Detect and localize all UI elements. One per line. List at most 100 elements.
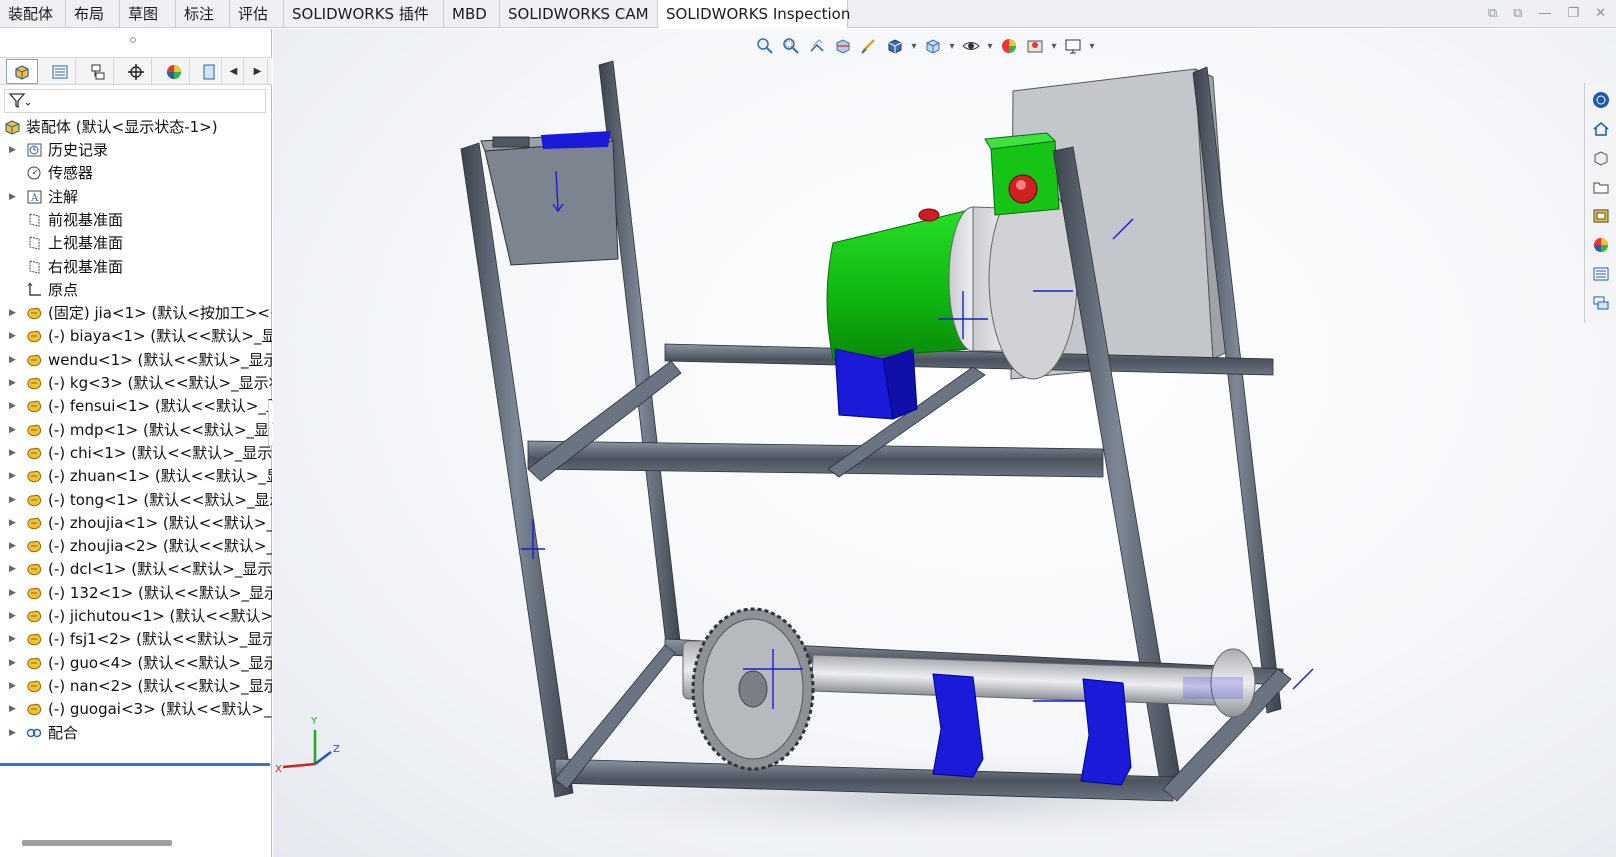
tree-item[interactable]: ▶ wendu<1> (默认<<默认>_显示 [0,349,272,371]
tree-item[interactable]: ▶ (-) nan<2> (默认<<默认>_显示状 [0,675,272,697]
tab-solidworks-addins[interactable]: SOLIDWORKS 插件 [284,0,444,28]
expand-arrow-icon[interactable]: ▶ [9,628,16,650]
tree-item[interactable]: 上视基准面 [0,232,272,254]
tree-item[interactable]: ▶ (-) fsj1<2> (默认<<默认>_显示状 [0,628,272,650]
expand-arrow-icon[interactable]: ▶ [9,139,16,161]
display-manager-tab[interactable] [158,59,190,84]
frame-back-right-upright[interactable] [1192,66,1282,714]
expand-arrow-icon[interactable]: ▶ [9,395,16,417]
expand-arrow-icon[interactable]: ▶ [9,302,16,324]
property-manager-icon [52,65,67,78]
expand-arrow-icon[interactable]: ▶ [9,186,16,208]
rollback-bar[interactable] [0,763,270,766]
tab-solidworks-cam[interactable]: SOLIDWORKS CAM [500,0,658,28]
horizontal-scrollbar[interactable] [22,840,172,846]
feature-manager-tab[interactable] [6,59,38,84]
configuration-manager-icon [91,64,104,79]
tree-item[interactable]: ▶ (-) guo<4> (默认<<默认>_显示 [0,652,272,674]
sensor-box[interactable] [984,132,1060,216]
restore-left-icon[interactable]: ⧉ [1488,6,1497,21]
tree-item[interactable]: ▶ A 注解 [0,186,272,208]
tree-item-label: (-) zhoujia<1> (默认<<默认>_显 [48,513,272,532]
expand-arrow-icon[interactable]: ▶ [9,722,16,744]
expand-arrow-icon[interactable]: ▶ [9,325,16,347]
expand-arrow-icon[interactable]: ▶ [9,698,16,720]
tree-item-label: 配合 [48,723,79,742]
tree-item[interactable]: ▶ (固定) jia<1> (默认<按加工><< [0,302,272,324]
expand-arrow-icon[interactable]: ▶ [9,675,16,697]
tree-item[interactable]: ▶ (-) biaya<1> (默认<<默认>_显示 [0,325,272,347]
part-icon [27,704,42,716]
cam-icon [203,64,214,79]
maximize-icon[interactable]: ❐ [1567,6,1579,21]
graphics-area[interactable]: ▾ ▾ ▾ ▾ ▾ Y X Z [273,29,1616,857]
dimxpert-manager-tab[interactable] [120,59,152,84]
restore-right-icon[interactable]: ⧉ [1513,6,1522,21]
expand-arrow-icon[interactable]: ▶ [9,512,16,534]
assembly-model[interactable] [273,29,1616,857]
expand-arrow-icon[interactable]: ▶ [9,652,16,674]
expand-arrow-icon[interactable]: ▶ [9,419,16,441]
tree-item[interactable]: ▶ (-) mdp<1> (默认<<默认>_显示 [0,419,272,441]
tab-assembly[interactable]: 装配体 [0,0,66,28]
tree-item[interactable]: 原点 [0,279,272,301]
tree-item[interactable]: ▶ 配合 [0,722,272,744]
panel-splitter-handle[interactable] [130,37,136,43]
tree-item-label: 上视基准面 [48,234,124,253]
tree-item[interactable]: ▶ (-) zhoujia<1> (默认<<默认>_显 [0,512,272,534]
expand-arrow-icon[interactable]: ▶ [9,535,16,557]
expand-arrow-icon[interactable]: ▶ [9,465,16,487]
tree-item[interactable]: ▶ (-) dcl<1> (默认<<默认>_显示状 [0,558,272,580]
tree-item-label: wendu<1> (默认<<默认>_显示 [48,350,272,369]
tree-item[interactable]: ▶ (-) chi<1> (默认<<默认>_显示状 [0,442,272,464]
panel-tabs: ◀ ▶ [0,57,272,85]
tab-solidworks-inspection[interactable]: SOLIDWORKS Inspection [658,0,850,29]
tree-item[interactable]: ▶ (-) 132<1> (默认<<默认>_显示状 [0,582,272,604]
configuration-manager-tab[interactable] [82,59,114,84]
home-icon[interactable] [1588,116,1614,142]
tree-item[interactable]: 传感器 [0,162,272,184]
expand-arrow-icon[interactable]: ▶ [9,442,16,464]
expand-arrow-icon[interactable]: ▶ [9,489,16,511]
tree-item[interactable]: ▶ (-) guogai<3> (默认<<默认>_显 [0,698,272,720]
expand-arrow-icon[interactable]: ▶ [9,349,16,371]
tab-evaluate[interactable]: 评估 [230,0,284,28]
tree-item[interactable]: ▶ (-) zhuan<1> (默认<<默认>_显示 [0,465,272,487]
tab-layout[interactable]: 布局 [66,0,120,28]
tree-item[interactable]: ▶ 历史记录 [0,139,272,161]
appearance-icon [166,64,181,79]
tree-item[interactable]: ▶ (-) jichutou<1> (默认<<默认>_ [0,605,272,627]
file-explorer-icon[interactable] [1588,174,1614,200]
tree-filter-bar[interactable] [4,89,266,113]
filter-icon[interactable] [7,90,31,112]
tab-mbd[interactable]: MBD [444,0,500,28]
control-box[interactable] [480,131,619,266]
solidworks-resources-icon[interactable] [1588,87,1614,113]
expand-arrow-icon[interactable]: ▶ [9,605,16,627]
forum-icon[interactable] [1588,290,1614,316]
expand-arrow-icon[interactable]: ▶ [9,582,16,604]
tree-item[interactable]: 前视基准面 [0,209,272,231]
appearances-scenes-icon[interactable] [1588,232,1614,258]
tree-item[interactable]: ▶ (-) tong<1> (默认<<默认>_显示 [0,489,272,511]
tab-sketch[interactable]: 草图 [120,0,176,28]
tabs-scroll-right-icon[interactable]: ▶ [248,59,268,84]
cam-tab[interactable] [196,59,222,84]
view-palette-icon[interactable] [1588,203,1614,229]
tree-item[interactable]: ▶ (-) kg<3> (默认<<默认>_显示状 [0,372,272,394]
tree-item-label: (-) zhoujia<2> (默认<<默认>_显 [48,537,272,556]
tab-markup[interactable]: 标注 [176,0,230,28]
property-manager-tab[interactable] [44,59,76,84]
expand-arrow-icon[interactable]: ▶ [9,558,16,580]
tabs-scroll-left-icon[interactable]: ◀ [224,59,244,84]
tree-item[interactable]: ▶ (-) zhoujia<2> (默认<<默认>_显 [0,535,272,557]
tree-item[interactable]: ▶ (-) fensui<1> (默认<<默认>_显 [0,395,272,417]
triad-x-label: X [275,764,282,775]
minimize-icon[interactable]: — [1538,6,1551,21]
expand-arrow-icon[interactable]: ▶ [9,372,16,394]
close-icon[interactable]: ✕ [1595,6,1606,21]
design-library-icon[interactable] [1588,145,1614,171]
tree-item[interactable]: 右视基准面 [0,256,272,278]
tree-root-assembly[interactable]: 装配体 (默认<显示状态-1>) [0,116,272,138]
custom-properties-icon[interactable] [1588,261,1614,287]
